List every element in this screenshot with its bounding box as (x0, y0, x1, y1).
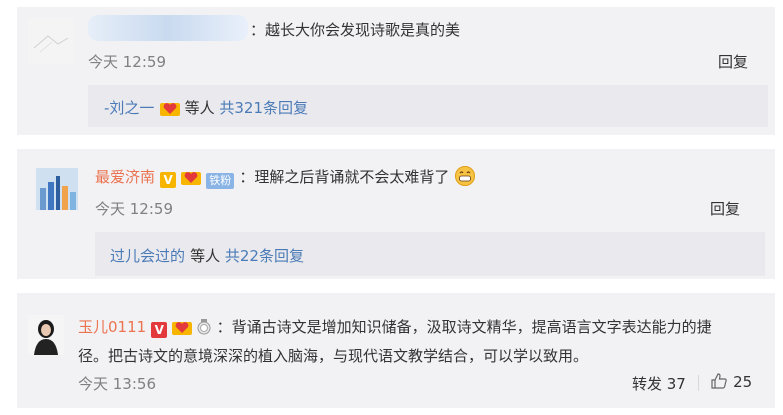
verified-v-icon: V (151, 322, 168, 338)
comment-3-forward-button[interactable]: 转发 37 (632, 373, 686, 394)
comment-2-avatar[interactable] (36, 168, 78, 210)
comment-1-replies-summary[interactable]: -刘之一 等人 共321条回复 (104, 97, 308, 118)
iron-fan-badge: 铁粉 (206, 173, 235, 189)
comment-1-time: 今天 12:59 (88, 53, 166, 71)
comment-2-time: 今天 12:59 (95, 200, 173, 218)
comment-3-line1: 玉儿0111 V ：背诵古诗文是增加知识储备，汲取诗文精华，提高语言文字表达能力… (78, 316, 712, 338)
verified-v-icon: V (160, 172, 177, 188)
comment-1-replies-count[interactable]: 共321条回复 (219, 99, 308, 117)
heart-badge-icon (159, 103, 180, 116)
heart-badge-icon (172, 322, 193, 335)
comment-1-author-blurred[interactable] (88, 15, 248, 41)
medal-icon (197, 319, 211, 335)
action-divider (698, 375, 699, 391)
heart-badge-icon (181, 172, 202, 185)
comment-2-text: ：理解之后背诵就不会太难背了 (239, 168, 450, 186)
comment-3-text-line1: ：背诵古诗文是增加知识储备，汲取诗文精华，提高语言文字表达能力的捷 (216, 318, 712, 336)
comment-3-like-button[interactable]: 25 (710, 372, 752, 391)
comment-3-text-line2: 径。把古诗文的意境深深的植入脑海，与现代语文教学结合，可以学以致用。 (78, 347, 589, 365)
comment-1-avatar[interactable] (28, 18, 74, 64)
comment-1-text: ：越长大你会发现诗歌是真的美 (250, 21, 461, 39)
comment-2-replies-mid: 等人 (190, 247, 225, 265)
comment-3-avatar[interactable] (28, 315, 64, 355)
comment-1-reply-button[interactable]: 回复 (718, 51, 748, 72)
grin-emoji-icon (454, 166, 475, 186)
comment-2-replier-name[interactable]: 过儿会过的 (110, 247, 185, 265)
comment-1-replier-name[interactable]: -刘之一 (104, 99, 154, 117)
comment-1-replies-mid: 等人 (184, 99, 220, 117)
comment-2-replies-summary[interactable]: 过儿会过的 等人 共22条回复 (110, 245, 304, 266)
comment-3-time: 今天 13:56 (78, 375, 156, 393)
comment-3-like-count: 25 (733, 373, 753, 391)
comment-2-reply-button[interactable]: 回复 (710, 198, 740, 219)
comment-2-header: 最爱济南 V 铁粉 ：理解之后背诵就不会太难背了 (95, 166, 475, 189)
comment-3-author[interactable]: 玉儿0111 (78, 318, 146, 336)
thumbs-up-icon (711, 373, 727, 389)
comment-2-replies-count[interactable]: 共22条回复 (225, 247, 304, 265)
comment-2-author[interactable]: 最爱济南 (95, 168, 155, 186)
